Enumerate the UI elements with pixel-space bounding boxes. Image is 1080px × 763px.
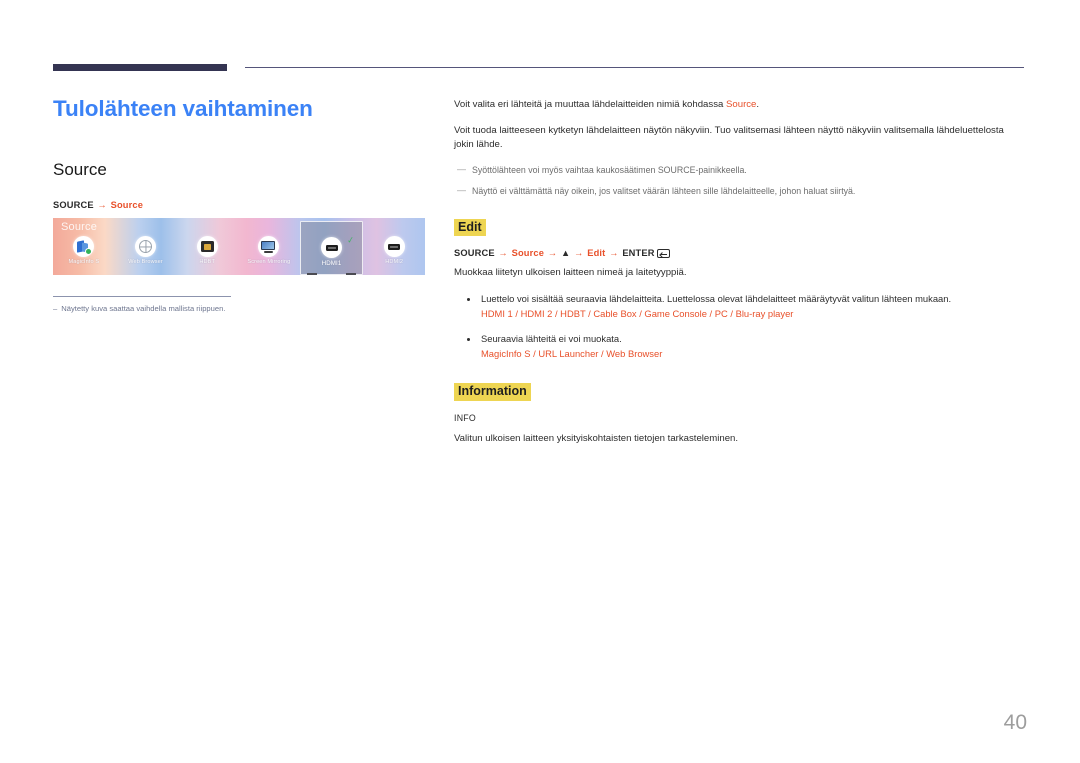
source-tile-hdmi2[interactable]: HDMI2: [363, 232, 425, 275]
source-bar-screenshot: Source MagicInfo S Web Browser HDBT Scre…: [53, 218, 425, 276]
section-heading-information: Information: [454, 383, 531, 401]
caption-divider: [53, 296, 231, 298]
arrow-glyph: →: [498, 248, 508, 259]
note-text: Näyttö ei välttämättä näy oikein, jos va…: [472, 185, 856, 196]
hdbt-connector-icon: [196, 236, 218, 258]
caption-text: Näytetty kuva saattaa vaihdella mallista…: [61, 304, 226, 314]
intro-paragraph-1-accent: Source: [726, 99, 757, 110]
menu-path-step-enter: ENTER: [622, 248, 655, 259]
intro-paragraph-1-after: .: [756, 99, 760, 110]
enter-key-icon: [656, 249, 670, 259]
left-column: Tulolähteen vaihtaminen Source SOURCE → …: [53, 95, 433, 314]
note-dash: ―: [457, 163, 466, 174]
right-column: Voit valita eri lähteitä ja muuttaa lähd…: [454, 98, 1026, 457]
note-2: ― Näyttö ei välttämättä näy oikein, jos …: [454, 185, 1026, 198]
hdmi-port-icon: [383, 236, 405, 258]
menu-path-root: SOURCE: [454, 248, 495, 259]
section-edit-heading-wrap: Edit: [454, 218, 1026, 237]
menu-path-step-source: Source: [511, 248, 545, 259]
screen-mirroring-icon: [258, 236, 280, 258]
source-bar-items: MagicInfo S Web Browser HDBT Screen Mirr…: [53, 218, 425, 276]
arrow-glyph: →: [609, 248, 619, 259]
hdmi-port-icon: [321, 237, 343, 259]
menu-path-root: SOURCE: [53, 200, 94, 211]
source-tile-label: HDMI2: [385, 259, 404, 266]
header-rule: [53, 62, 1024, 74]
section-heading-source: Source: [53, 160, 107, 179]
source-tile-hdmi1[interactable]: ⌃ ✓ HDMI1: [299, 218, 364, 276]
menu-path-target: Source: [110, 200, 144, 211]
intro-paragraph-2: Voit tuoda laitteeseen kytketyn lähdelai…: [454, 124, 1004, 151]
header-rule-thin: [245, 67, 1024, 68]
arrow-glyph: →: [574, 248, 584, 259]
section-information-sublabel: INFO: [454, 412, 477, 423]
note-text: Syöttölähteen voi myös vaihtaa kaukosäät…: [472, 164, 747, 175]
arrow-glyph: →: [97, 200, 107, 211]
bullet-options: MagicInfo S / URL Launcher / Web Browser: [481, 347, 663, 359]
source-tile-screen-mirroring[interactable]: Screen Mirroring: [238, 232, 300, 275]
page-number: 40: [1003, 711, 1027, 734]
bullet-text: Luettelo voi sisältää seuraavia lähdelai…: [481, 293, 952, 305]
source-tile-web-browser[interactable]: Web Browser: [115, 232, 177, 275]
section-information-description: Valitun ulkoisen laitteen yksityiskohtai…: [454, 432, 739, 444]
menu-path-source: SOURCE → Source: [53, 200, 433, 210]
section-edit-bullets: Luettelo voi sisältää seuraavia lähdelai…: [454, 292, 1026, 361]
source-tile-label: Screen Mirroring: [247, 259, 291, 266]
source-tile-label: MagicInfo S: [68, 259, 100, 266]
note-dash: ―: [457, 184, 466, 195]
bullet-text: Seuraavia lähteitä ei voi muokata.: [481, 332, 622, 344]
arrow-glyph: →: [547, 248, 558, 259]
list-item: Seuraavia lähteitä ei voi muokata. Magic…: [454, 332, 1026, 362]
section-information-heading-wrap: Information: [454, 382, 1026, 401]
menu-path-step-edit: Edit: [587, 248, 606, 259]
manual-page: Tulolähteen vaihtaminen Source SOURCE → …: [0, 0, 1080, 763]
source-tile-label: Web Browser: [128, 259, 163, 266]
bullet-options: HDMI 1 / HDMI 2 / HDBT / Cable Box / Gam…: [481, 308, 794, 320]
source-tile-magicinfo[interactable]: MagicInfo S: [53, 232, 115, 275]
intro-paragraph-1: Voit valita eri lähteitä ja muuttaa lähd…: [454, 98, 1026, 113]
globe-icon: [135, 236, 156, 258]
header-rule-thick: [53, 64, 227, 71]
menu-path-step-up: ▲: [560, 248, 571, 259]
magicinfo-icon: [73, 236, 95, 258]
section-heading-edit: Edit: [454, 219, 486, 237]
display-stand-feet: [301, 272, 363, 276]
source-tile-hdbt[interactable]: HDBT: [176, 232, 238, 275]
chevron-up-icon: ⌃: [329, 218, 335, 219]
image-caption: ‒ Näytetty kuva saattaa vaihdella mallis…: [53, 304, 433, 314]
section-edit-description: Muokkaa liitetyn ulkoisen laitteen nimeä…: [454, 267, 687, 279]
page-title: Tulolähteen vaihtaminen: [53, 96, 313, 121]
menu-path-edit: SOURCE → Source → ▲ → Edit → ENTER: [454, 248, 1026, 259]
check-icon: ✓: [346, 234, 355, 246]
intro-paragraph-1-before: Voit valita eri lähteitä ja muuttaa lähd…: [454, 99, 726, 110]
caption-dash: ‒: [53, 304, 58, 314]
source-tile-label: HDBT: [199, 259, 215, 266]
list-item: Luettelo voi sisältää seuraavia lähdelai…: [454, 292, 1026, 322]
note-1: ― Syöttölähteen voi myös vaihtaa kaukosä…: [454, 164, 1026, 177]
source-tile-label: HDMI1: [321, 260, 342, 268]
